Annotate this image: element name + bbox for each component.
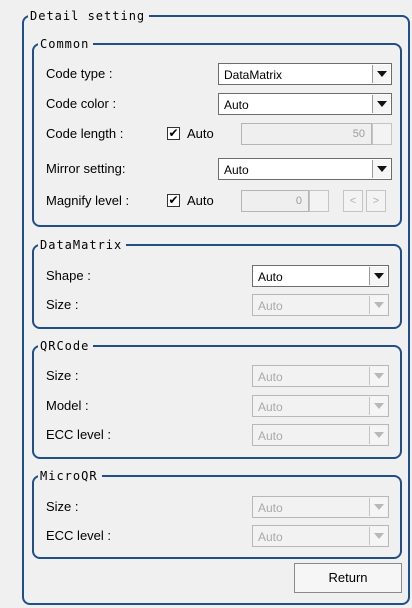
magnify-auto-checkbox[interactable]: ✔	[167, 194, 180, 207]
chevron-down-icon	[369, 296, 387, 314]
qrcode-model-row: Model : Auto	[0, 395, 412, 417]
datamatrix-size-label: Size :	[46, 297, 79, 312]
code-type-label: Code type :	[46, 66, 113, 81]
microqr-size-row: Size : Auto	[0, 496, 412, 518]
qrcode-ecc-row: ECC level : Auto	[0, 424, 412, 446]
code-type-select[interactable]: DataMatrix	[218, 63, 392, 85]
magnify-row: Magnify level : ✔ Auto 0 < >	[0, 190, 412, 212]
chevron-down-icon	[369, 426, 387, 444]
chevron-down-icon	[369, 397, 387, 415]
code-type-row: Code type : DataMatrix	[0, 63, 412, 85]
mirror-row: Mirror setting: Auto	[0, 158, 412, 180]
qrcode-title: QRCode	[38, 339, 94, 353]
qrcode-model-value: Auto	[258, 400, 283, 414]
shape-select[interactable]: Auto	[252, 265, 389, 287]
chevron-down-icon[interactable]	[372, 95, 390, 113]
code-color-row: Code color : Auto	[0, 93, 412, 115]
magnify-prev-button[interactable]: <	[343, 190, 363, 212]
microqr-ecc-value: Auto	[258, 530, 283, 544]
qrcode-size-label: Size :	[46, 368, 79, 383]
common-title: Common	[38, 37, 94, 51]
magnify-label: Magnify level :	[46, 193, 130, 208]
qrcode-ecc-value: Auto	[258, 429, 283, 443]
qrcode-model-label: Model :	[46, 398, 89, 413]
chevron-down-icon[interactable]	[372, 160, 390, 178]
magnify-input[interactable]: 0	[241, 190, 309, 212]
code-color-label: Code color :	[46, 96, 117, 111]
magnify-next-button[interactable]: >	[366, 190, 386, 212]
magnify-auto-label: Auto	[187, 193, 214, 208]
qrcode-ecc-select[interactable]: Auto	[252, 424, 389, 446]
mirror-value: Auto	[224, 163, 249, 177]
shape-label: Shape :	[46, 268, 91, 283]
magnify-spin-button[interactable]	[309, 190, 329, 212]
mirror-select[interactable]: Auto	[218, 158, 392, 180]
mirror-label: Mirror setting:	[46, 161, 126, 176]
code-color-select[interactable]: Auto	[218, 93, 392, 115]
code-color-value: Auto	[224, 98, 249, 112]
code-length-row: Code length : ✔ Auto 50	[0, 123, 412, 145]
microqr-title: MicroQR	[38, 469, 102, 483]
datamatrix-size-value: Auto	[258, 299, 283, 313]
code-length-auto-label: Auto	[187, 126, 214, 141]
code-length-input[interactable]: 50	[241, 123, 372, 145]
datamatrix-size-row: Size : Auto	[0, 294, 412, 316]
chevron-down-icon	[369, 367, 387, 385]
microqr-size-value: Auto	[258, 501, 283, 515]
return-button[interactable]: Return	[294, 563, 402, 593]
chevron-down-icon[interactable]	[369, 267, 387, 285]
microqr-ecc-label: ECC level :	[46, 528, 112, 543]
detail-setting-panel: Detail setting Common Code type : DataMa…	[0, 0, 412, 608]
chevron-down-icon[interactable]	[372, 65, 390, 83]
chevron-down-icon	[369, 498, 387, 516]
microqr-size-label: Size :	[46, 499, 79, 514]
qrcode-model-select[interactable]: Auto	[252, 395, 389, 417]
qrcode-size-row: Size : Auto	[0, 365, 412, 387]
qrcode-size-select[interactable]: Auto	[252, 365, 389, 387]
detail-setting-title: Detail setting	[28, 9, 150, 23]
shape-row: Shape : Auto	[0, 265, 412, 287]
qrcode-ecc-label: ECC level :	[46, 427, 112, 442]
datamatrix-size-select[interactable]: Auto	[252, 294, 389, 316]
microqr-ecc-select[interactable]: Auto	[252, 525, 389, 547]
code-type-value: DataMatrix	[224, 68, 283, 82]
qrcode-size-value: Auto	[258, 370, 283, 384]
chevron-down-icon	[369, 527, 387, 545]
code-length-auto-checkbox[interactable]: ✔	[167, 127, 180, 140]
code-length-label: Code length :	[46, 126, 124, 141]
microqr-ecc-row: ECC level : Auto	[0, 525, 412, 547]
shape-value: Auto	[258, 270, 283, 284]
code-length-spin-button[interactable]	[372, 123, 392, 145]
microqr-size-select[interactable]: Auto	[252, 496, 389, 518]
datamatrix-title: DataMatrix	[38, 238, 127, 252]
